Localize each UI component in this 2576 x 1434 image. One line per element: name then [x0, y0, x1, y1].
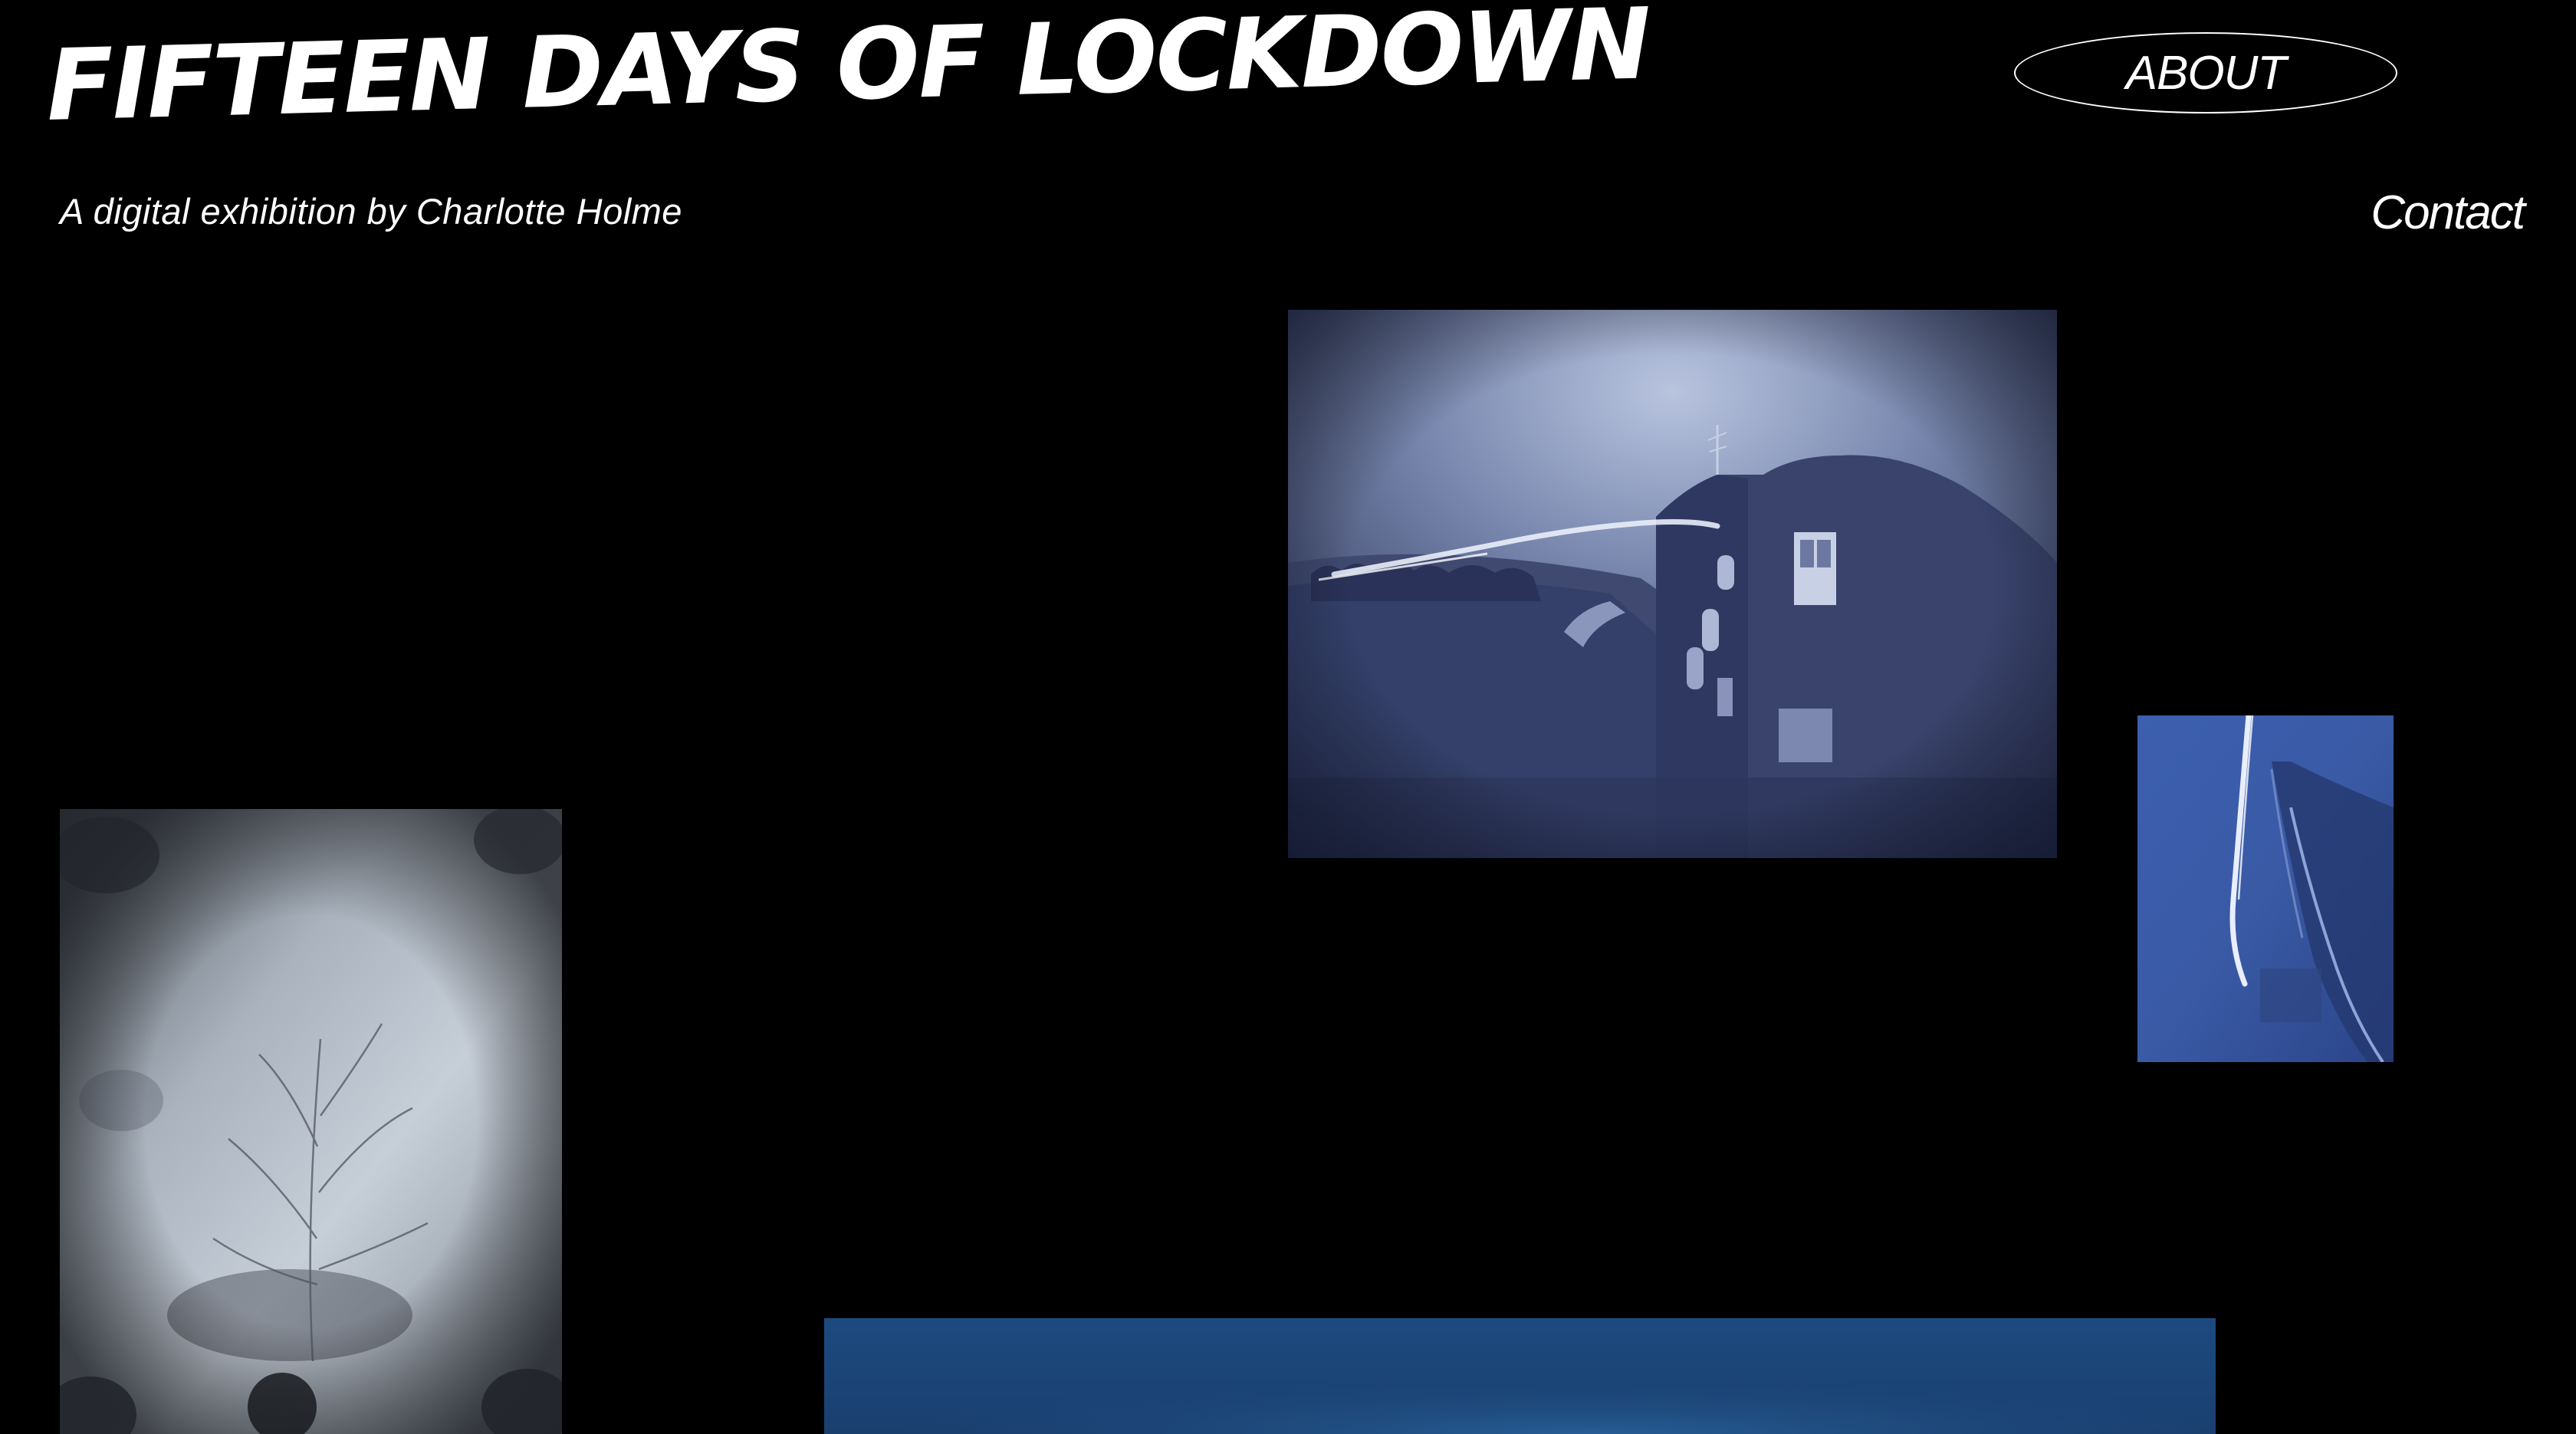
photo-rooftop-street-image — [1288, 310, 2057, 858]
contact-link[interactable]: Contact — [2371, 186, 2525, 240]
about-button[interactable]: ABOUT — [2014, 32, 2397, 113]
photo-plant-shadow[interactable] — [60, 809, 562, 1434]
photo-sea-horizon-image — [824, 1318, 2216, 1434]
photo-plant-shadow-image — [60, 809, 562, 1434]
photo-cliff-coast[interactable] — [2137, 715, 2394, 1062]
photo-rooftop-street[interactable] — [1288, 310, 2057, 858]
photo-cliff-coast-image — [2137, 715, 2394, 1062]
photo-sea-horizon[interactable] — [824, 1318, 2216, 1434]
site-subtitle: A digital exhibition by Charlotte Holme — [60, 191, 682, 232]
site-title-text: FIFTEEN DAYS OF LOCKDOWN — [45, 0, 1651, 143]
site-title: FIFTEEN DAYS OF LOCKDOWN — [45, 0, 1651, 143]
